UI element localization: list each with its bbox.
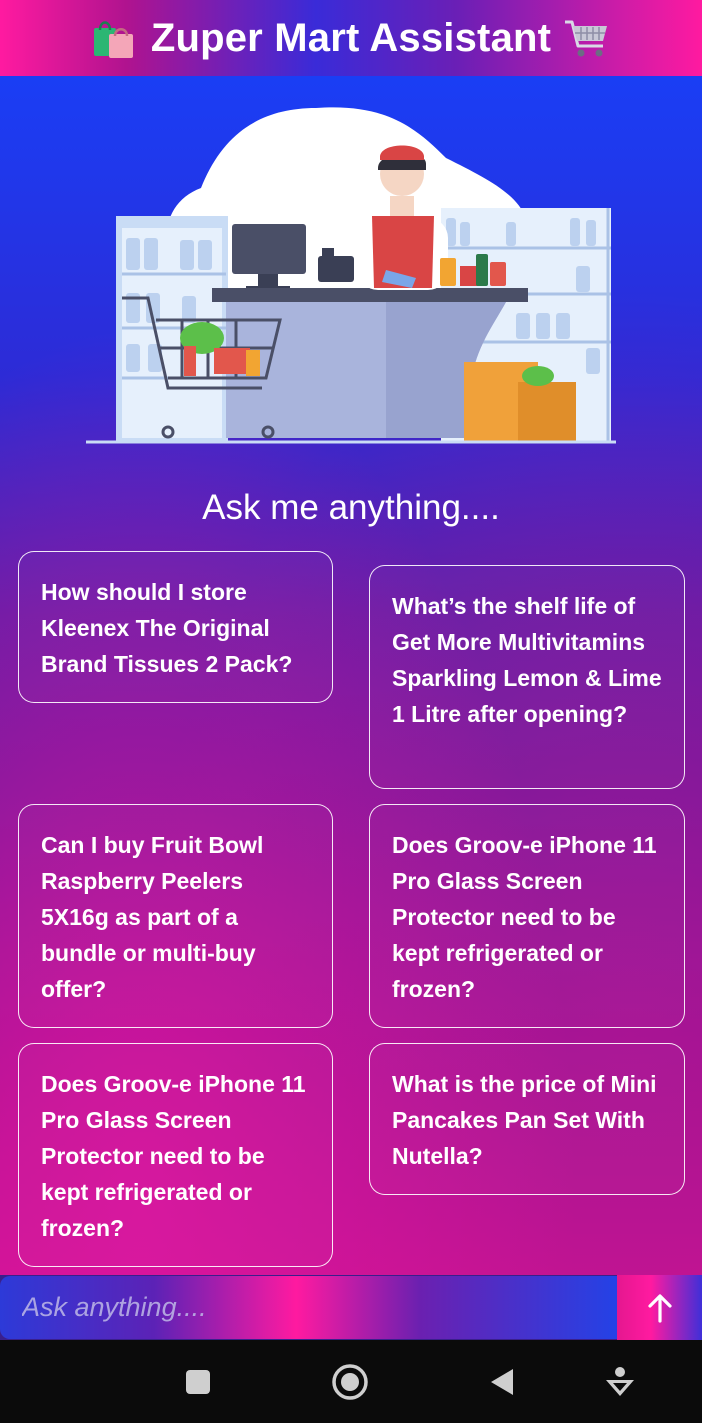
chat-input-bar: [0, 1275, 702, 1340]
chat-main-area: Ask me anything.... How should I store K…: [0, 76, 702, 1275]
suggestion-text: What’s the shelf life of Get More Multiv…: [392, 593, 662, 727]
suggestion-text: What is the price of Mini Pancakes Pan S…: [392, 1071, 657, 1169]
back-button[interactable]: [482, 1362, 522, 1402]
back-triangle-icon: [488, 1367, 516, 1397]
accessibility-button[interactable]: [600, 1362, 640, 1402]
home-button[interactable]: [330, 1362, 370, 1402]
suggestion-card[interactable]: How should I store Kleenex The Original …: [18, 551, 333, 703]
recent-apps-button[interactable]: [178, 1362, 218, 1402]
app-title: Zuper Mart Assistant: [150, 15, 552, 60]
accessibility-icon: [604, 1366, 636, 1398]
suggestion-card[interactable]: Does Groov-e iPhone 11 Pro Glass Screen …: [18, 1043, 333, 1267]
prompt-heading: Ask me anything....: [202, 488, 500, 527]
cashier-illustration: [86, 107, 616, 444]
app-header: Zuper Mart Assistant: [0, 0, 702, 76]
suggestion-text: Can I buy Fruit Bowl Raspberry Peelers 5…: [41, 832, 264, 1002]
square-icon: [185, 1369, 211, 1395]
system-nav-bar: [0, 1340, 702, 1423]
suggestion-card[interactable]: Does Groov-e iPhone 11 Pro Glass Screen …: [369, 804, 685, 1028]
circle-icon: [331, 1363, 369, 1401]
arrow-up-icon: [647, 1293, 673, 1323]
suggestion-card[interactable]: Can I buy Fruit Bowl Raspberry Peelers 5…: [18, 804, 333, 1028]
suggestion-text: How should I store Kleenex The Original …: [41, 579, 293, 677]
shopping-cart-icon: [563, 14, 611, 62]
shopping-bags-icon: [91, 14, 139, 62]
chat-input[interactable]: [0, 1276, 617, 1339]
suggestion-text: Does Groov-e iPhone 11 Pro Glass Screen …: [41, 1071, 306, 1241]
suggestion-text: Does Groov-e iPhone 11 Pro Glass Screen …: [392, 832, 657, 1002]
suggestion-card[interactable]: What’s the shelf life of Get More Multiv…: [369, 565, 685, 789]
send-button[interactable]: [617, 1275, 702, 1340]
suggestion-card[interactable]: What is the price of Mini Pancakes Pan S…: [369, 1043, 685, 1195]
